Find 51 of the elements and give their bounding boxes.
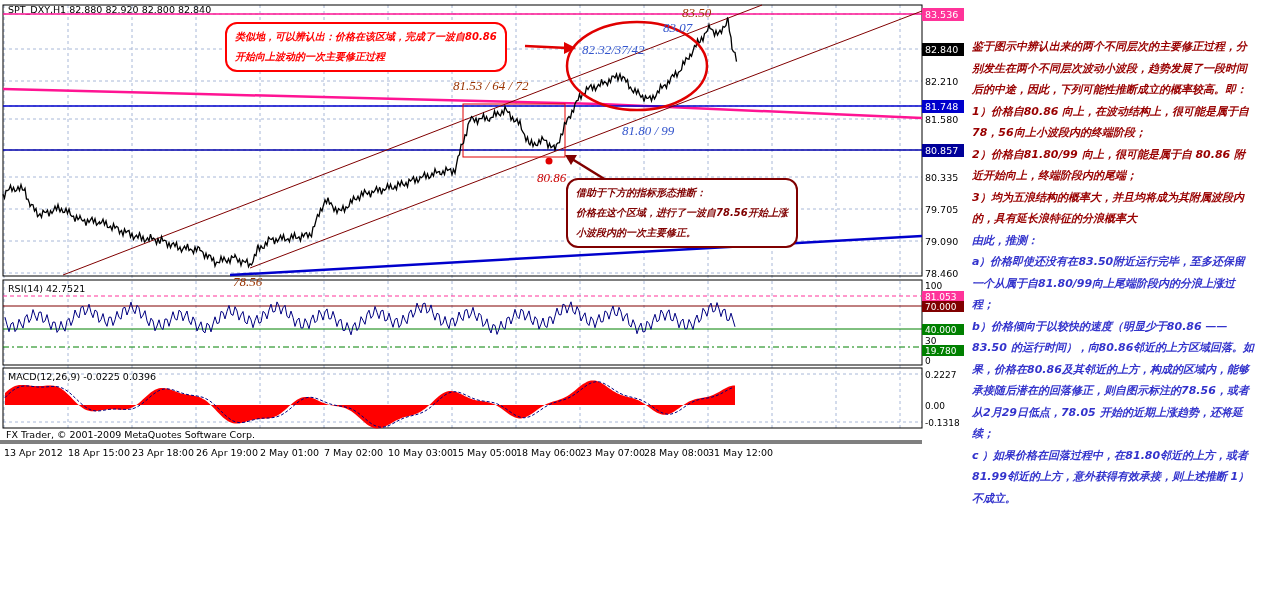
time-axis-label: 18 Apr 15:00 (68, 447, 130, 458)
callout-text: 借助于下方的指标形态推断： 价格在这个区域，进行了一波自78.56开始上涨 小波段内的一次主要修正。 (576, 186, 788, 240)
time-axis-label: 13 Apr 2012 (4, 447, 63, 458)
rsi-axis-label: 19.780 (925, 346, 957, 356)
analysis-paragraph: 2）价格自81.80/99 向上，很可能是属于自 80.86 附近开始向上，终端阶段内的尾端； (972, 146, 1248, 184)
time-axis-label: 26 Apr 19:00 (196, 447, 258, 458)
time-axis-label: 15 May 05:00 (452, 447, 518, 458)
rsi-axis-label: 100 (925, 281, 943, 291)
rsi-axis-label: 70.000 (925, 302, 957, 312)
analysis-paragraph: 3）均为五浪结构的概率大，并且均将成为其附属波段内的，具有延长浪特征的分浪概率大 (972, 189, 1246, 227)
indicator-title: RSI(14) 42.7521 (8, 283, 86, 294)
time-axis-label: 23 May 07:00 (580, 447, 646, 458)
macd-axis-label: 0.2227 (925, 370, 957, 380)
time-axis-label: 18 May 06:00 (516, 447, 582, 458)
time-axis-label: 23 Apr 18:00 (132, 447, 194, 458)
price-axis-label: 78.460 (925, 268, 959, 279)
rsi-axis-label: 40.000 (925, 325, 957, 335)
price-axis-label: 81.580 (925, 114, 959, 125)
price-axis-label: 82.210 (925, 76, 959, 87)
price-axis-label: 80.335 (925, 172, 959, 183)
price-annotation: 81.53 / 64 / 72 (453, 78, 529, 93)
rsi-axis-label: 0 (925, 356, 931, 366)
price-axis-label: 80.857 (925, 145, 959, 156)
callout-text: 类似地，可以辨认出：价格在该区域，完成了一波自80.86 开始向上波动的一次主要修正过程 (235, 30, 497, 64)
analysis-paragraph: c ）如果价格在回落过程中，在81.80邻近的上方，或者81.99邻近的上方，意外获得有效承接，则上述推断 1）不成立。 (972, 447, 1251, 507)
copyright-text: FX Trader, © 2001-2009 MetaQuotes Software Corp. (6, 429, 255, 440)
price-axis-label: 82.840 (925, 44, 959, 55)
analysis-paragraph: 1）价格自80.86 向上，在波动结构上，很可能是属于自78，56向上小波段内的终端阶段； (972, 103, 1251, 141)
macd-axis-label: 0.00 (925, 401, 946, 411)
arrow (524, 42, 576, 54)
chart-title: SPT_DXY,H1 82.880 82.920 82.800 82.840 (8, 4, 212, 15)
price-axis-label: 79.090 (925, 236, 959, 247)
macd-axis-label: -0.1318 (925, 418, 960, 428)
price-axis-label: 83.536 (925, 9, 959, 20)
analysis-paragraph: 由此，推测： (972, 232, 1039, 249)
time-axis-label: 31 May 12:00 (708, 447, 774, 458)
analysis-paragraph: 鉴于图示中辨认出来的两个不同层次的主要修正过程，分别发生在两个不同层次波动小波段，趋势发展了一段时间后的中途，因此，下列可能性推断成立的概率较高。即： (972, 39, 1249, 98)
price-axis-label: 79.705 (925, 204, 959, 215)
time-axis-label: 28 May 08:00 (644, 447, 710, 458)
indicator-title: MACD(12,26,9) -0.0225 0.0396 (8, 371, 157, 382)
time-axis-label: 7 May 02:00 (324, 447, 384, 458)
price-annotation: 81.80 / 99 (622, 123, 675, 138)
price-annotation: 82.32/37/42 (582, 42, 645, 57)
time-axis-label: 2 May 01:00 (260, 447, 320, 458)
price-axis-label: 81.748 (925, 101, 959, 112)
time-axis-label: 10 May 03:00 (388, 447, 454, 458)
rsi-axis-label: 81.053 (925, 292, 957, 302)
marker-dot (545, 157, 553, 165)
price-annotation: 78.56 (233, 274, 263, 289)
price-annotation: 80.86 (537, 170, 567, 185)
rsi-axis-label: 30 (925, 336, 937, 346)
